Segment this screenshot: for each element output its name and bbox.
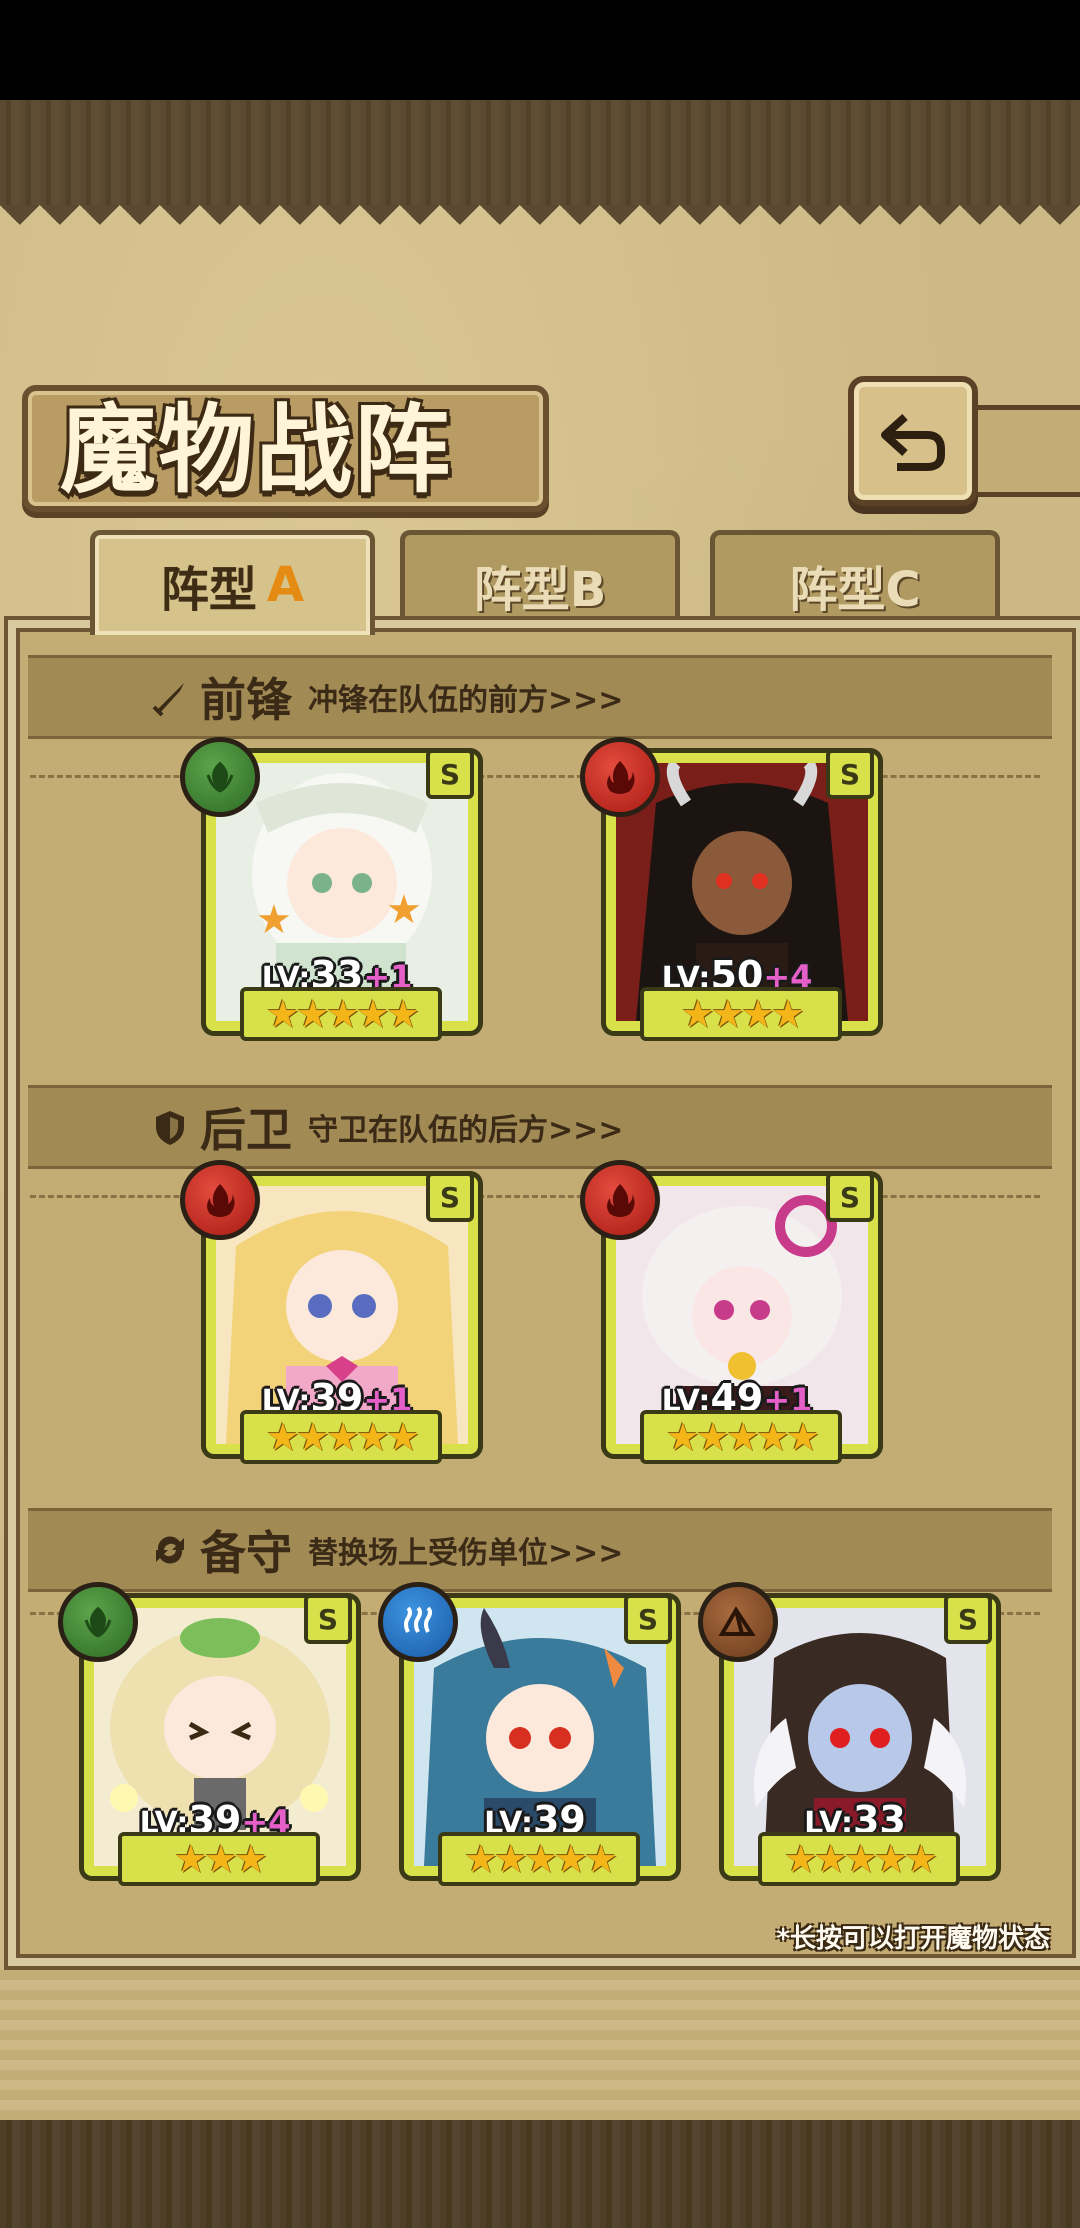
- star-rating: ★★★★★: [438, 1832, 640, 1886]
- section-desc: 守卫在队伍的后方>>>: [308, 1113, 624, 1148]
- wood-footer-strip: [0, 2120, 1080, 2228]
- status-bar: [0, 0, 1080, 100]
- element-badge: [698, 1582, 778, 1662]
- tab-suffix: A: [266, 557, 305, 613]
- leaf-icon: [84, 1606, 112, 1638]
- rank-badge: S: [944, 1594, 992, 1644]
- element-badge: [378, 1582, 458, 1662]
- back-button[interactable]: [848, 376, 978, 506]
- flame-icon: [607, 761, 635, 794]
- shield-icon: [148, 1105, 192, 1149]
- leaf-icon: [206, 761, 234, 793]
- star-rating: ★★★: [118, 1832, 320, 1886]
- section-front: 前锋 冲锋在队伍的前方>>>: [28, 655, 1052, 739]
- back-arrow-icon: [881, 414, 945, 471]
- element-badge: [58, 1582, 138, 1662]
- flame-icon: [607, 1184, 635, 1217]
- monster-card-reserve-1[interactable]: S LV:39+4 ★★★: [58, 1582, 356, 1886]
- mountain-icon: [718, 1606, 756, 1636]
- rank-badge: S: [426, 749, 474, 799]
- rank-badge: S: [826, 1172, 874, 1222]
- element-badge: [180, 737, 260, 817]
- water-icon: [404, 1606, 432, 1633]
- rank-badge: S: [826, 749, 874, 799]
- tab-label: 阵型C: [789, 562, 921, 618]
- star-rating: ★★★★★: [758, 1832, 960, 1886]
- element-badge: [580, 737, 660, 817]
- monster-card-front-2[interactable]: S LV:50+4 ★★★★: [580, 737, 878, 1041]
- map-bottom-strip: [0, 1960, 1080, 2120]
- section-title: 前锋: [200, 673, 292, 727]
- monster-card-rear-2[interactable]: S LV:49+1 ★★★★★: [580, 1160, 878, 1464]
- rank-badge: S: [624, 1594, 672, 1644]
- torn-edge-top: [0, 205, 1080, 245]
- section-title: 备守: [200, 1526, 292, 1580]
- tab-label: 阵型: [160, 562, 257, 618]
- tab-label: 阵型B: [473, 562, 607, 618]
- rank-badge: S: [304, 1594, 352, 1644]
- formation-tabs: 阵型 A 阵型B 阵型C: [20, 530, 1060, 635]
- flame-icon: [207, 1184, 235, 1217]
- long-press-hint: *长按可以打开魔物状态: [776, 1924, 1050, 1954]
- rank-badge: S: [426, 1172, 474, 1222]
- section-reserve: 备守 替换场上受伤单位>>>: [28, 1508, 1052, 1592]
- star-rating: ★★★★★: [640, 1410, 842, 1464]
- monster-card-reserve-2[interactable]: S LV:39 ★★★★★: [378, 1582, 676, 1886]
- monster-card-rear-1[interactable]: S LV:39+1 ★★★★★: [180, 1160, 478, 1464]
- star-rating: ★★★★★: [240, 987, 442, 1041]
- star-rating: ★★★★: [640, 987, 842, 1041]
- monster-card-front-1[interactable]: ★ ★ S LV:33+1 ★★★★★: [180, 737, 478, 1041]
- page-title: 魔物战阵: [60, 393, 452, 506]
- star-rating: ★★★★★: [240, 1410, 442, 1464]
- back-button-rail: [960, 405, 1080, 497]
- monster-card-reserve-3[interactable]: S LV:33 ★★★★★: [698, 1582, 996, 1886]
- tab-formation-a[interactable]: 阵型 A: [90, 530, 375, 635]
- element-badge: [180, 1160, 260, 1240]
- section-rear: 后卫 守卫在队伍的后方>>>: [28, 1085, 1052, 1169]
- swap-icon: [148, 1528, 192, 1572]
- section-title: 后卫: [200, 1103, 292, 1157]
- section-desc: 替换场上受伤单位>>>: [308, 1536, 624, 1571]
- svg-text:★: ★: [386, 887, 422, 933]
- section-desc: 冲锋在队伍的前方>>>: [308, 683, 624, 718]
- sword-icon: [148, 675, 192, 719]
- wood-header-strip: [0, 100, 1080, 210]
- svg-text:★: ★: [256, 897, 292, 943]
- element-badge: [580, 1160, 660, 1240]
